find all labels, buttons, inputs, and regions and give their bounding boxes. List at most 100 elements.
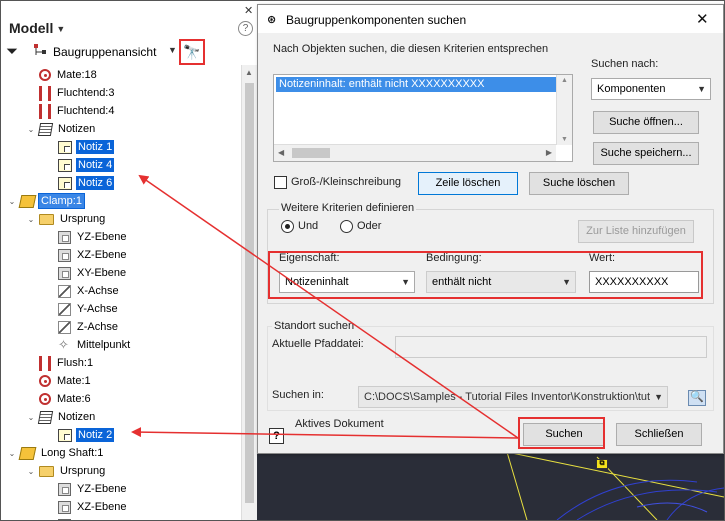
- tree-row[interactable]: Fluchtend:4: [26, 102, 116, 120]
- delete-search-button[interactable]: Suche löschen: [529, 172, 629, 195]
- notes-icon: [37, 410, 54, 424]
- tree-row[interactable]: Notiz 4: [45, 156, 115, 174]
- tree-row[interactable]: XZ-Ebene: [45, 246, 129, 264]
- scroll-right-icon[interactable]: ▶: [546, 148, 552, 157]
- tree-row[interactable]: YZ-Ebene: [45, 228, 129, 246]
- search-button-highlight-box: [518, 417, 605, 449]
- flush-icon: [39, 85, 51, 101]
- graphics-viewport[interactable]: [257, 452, 724, 520]
- browser-scrollbar[interactable]: ▲: [241, 65, 257, 520]
- expand-toggle-icon[interactable]: ⌄: [7, 197, 17, 206]
- tree-row[interactable]: X-Achse: [45, 282, 121, 300]
- chevron-down-icon: ▼: [654, 387, 663, 407]
- tree-row[interactable]: Z-Achse: [45, 318, 120, 336]
- tree-row[interactable]: YZ-Ebene: [45, 480, 129, 498]
- scroll-up-icon[interactable]: ▲: [561, 77, 568, 84]
- or-radio[interactable]: [340, 220, 353, 233]
- model-wireframe: [506, 452, 724, 520]
- criteria-highlight-box: [268, 251, 703, 299]
- help-icon[interactable]: ?: [269, 428, 284, 444]
- help-icon[interactable]: ?: [238, 21, 253, 36]
- current-path-input[interactable]: [395, 336, 707, 358]
- view-selector-label[interactable]: Baugruppenansicht: [53, 45, 156, 59]
- expand-toggle-icon[interactable]: ⌄: [26, 413, 36, 422]
- tree-item-label: Notizen: [58, 411, 96, 423]
- scroll-down-icon[interactable]: ▼: [561, 136, 568, 143]
- mate-icon: [39, 393, 51, 405]
- close-button[interactable]: Schließen: [616, 423, 702, 446]
- case-sensitive-checkbox[interactable]: [274, 176, 287, 189]
- tree-row[interactable]: Mate:6: [26, 390, 93, 408]
- close-icon[interactable]: ✕: [244, 4, 253, 17]
- tree-row[interactable]: Fluchtend:3: [26, 84, 116, 102]
- search-for-select[interactable]: Komponenten ▼: [591, 78, 711, 100]
- scrollbar-thumb[interactable]: [245, 83, 254, 503]
- tree-row[interactable]: Y-Achse: [45, 300, 120, 318]
- tree-row[interactable]: Notiz 6: [45, 174, 115, 192]
- find-button[interactable]: 🔭: [179, 39, 205, 65]
- tree-item-label: Mittelpunkt: [77, 339, 131, 351]
- scrollbar-thumb[interactable]: [292, 148, 330, 158]
- search-in-select[interactable]: C:\DOCS\Samples - Tutorial Files Invento…: [358, 386, 668, 408]
- tree-item-label: Notiz 1: [76, 140, 115, 154]
- expand-toggle-icon[interactable]: ⌄: [26, 467, 36, 476]
- add-to-list-button[interactable]: Zur Liste hinzufügen: [578, 220, 694, 243]
- flush-icon: [39, 355, 51, 371]
- tree-row[interactable]: ⌄ Ursprung: [26, 462, 107, 480]
- tree-row[interactable]: ⌄ Notizen: [26, 120, 97, 138]
- tree-row[interactable]: ⌄ Long Shaft:1: [7, 444, 105, 462]
- search-in-label: Suchen in:: [272, 389, 324, 401]
- tree-item-label: Clamp:1: [38, 193, 85, 209]
- filter-icon[interactable]: ⏷: [6, 43, 18, 60]
- binoculars-icon: ⊛: [267, 14, 277, 26]
- folder-icon: [39, 465, 54, 477]
- chevron-down-icon[interactable]: ▼: [168, 45, 177, 55]
- plane-icon: [58, 230, 71, 244]
- tree-row[interactable]: Mate:1: [26, 372, 93, 390]
- browse-icon[interactable]: [688, 390, 706, 406]
- list-horizontal-scrollbar[interactable]: ◀ ▶: [274, 144, 556, 161]
- list-vertical-scrollbar[interactable]: ▲ ▼: [556, 75, 572, 145]
- search-for-value: Komponenten: [597, 83, 666, 95]
- close-icon[interactable]: ✕: [696, 10, 709, 28]
- tree-row[interactable]: ⌄ Notizen: [26, 408, 97, 426]
- tree-item-label: XY-Ebene: [77, 267, 127, 279]
- tree-row[interactable]: XZ-Ebene: [45, 498, 129, 516]
- tree-row[interactable]: Flush:1: [26, 354, 95, 372]
- expand-toggle-icon[interactable]: ⌄: [26, 125, 36, 134]
- browser-title[interactable]: Modell ▼: [9, 20, 65, 36]
- tree-item-label: Notiz 4: [76, 158, 115, 172]
- tree-row[interactable]: Notiz 1: [45, 138, 115, 156]
- and-radio[interactable]: [281, 220, 294, 233]
- tree-row[interactable]: Mittelpunkt: [45, 336, 132, 354]
- or-label: Oder: [357, 220, 382, 232]
- criteria-list[interactable]: Notizeninhalt: enthält nicht XXXXXXXXXX …: [273, 74, 573, 162]
- tree-row[interactable]: ⌄ Clamp:1: [7, 192, 85, 210]
- delete-row-button[interactable]: Zeile löschen: [418, 172, 518, 195]
- tree-row[interactable]: Mate:18: [26, 66, 99, 84]
- save-search-button[interactable]: Suche speichern...: [593, 142, 699, 165]
- note-marker-icon[interactable]: ⧉: [596, 459, 608, 469]
- scroll-left-icon[interactable]: ◀: [278, 148, 284, 157]
- open-search-button[interactable]: Suche öffnen...: [593, 111, 699, 134]
- tree-row[interactable]: Notiz 2: [45, 426, 115, 444]
- notes-icon: [37, 122, 54, 136]
- tree-item-label: Fluchtend:3: [57, 87, 115, 99]
- tree-item-label: Ursprung: [60, 465, 106, 477]
- tree-item-label: Flush:1: [57, 357, 94, 369]
- tree-row[interactable]: ⌄ Ursprung: [26, 210, 107, 228]
- tree-item-label: Mate:18: [57, 69, 97, 81]
- and-label: Und: [298, 220, 319, 232]
- expand-toggle-icon[interactable]: ⌄: [26, 215, 36, 224]
- chevron-down-icon: ▼: [697, 84, 706, 94]
- scroll-up-icon[interactable]: ▲: [245, 68, 253, 77]
- more-criteria-label: Weitere Kriterien definieren: [279, 202, 417, 214]
- note-icon: [58, 428, 72, 442]
- plane-icon: [58, 248, 71, 262]
- expand-toggle-icon[interactable]: ⌄: [7, 449, 17, 458]
- criteria-list-item[interactable]: Notizeninhalt: enthält nicht XXXXXXXXXX: [276, 77, 556, 92]
- tree-row[interactable]: XY-Ebene: [45, 264, 128, 282]
- dialog-titlebar[interactable]: ⊛ Baugruppenkomponenten suchen ✕: [258, 5, 723, 33]
- tree-row[interactable]: [45, 516, 79, 520]
- tree-item-label: XZ-Ebene: [77, 501, 127, 513]
